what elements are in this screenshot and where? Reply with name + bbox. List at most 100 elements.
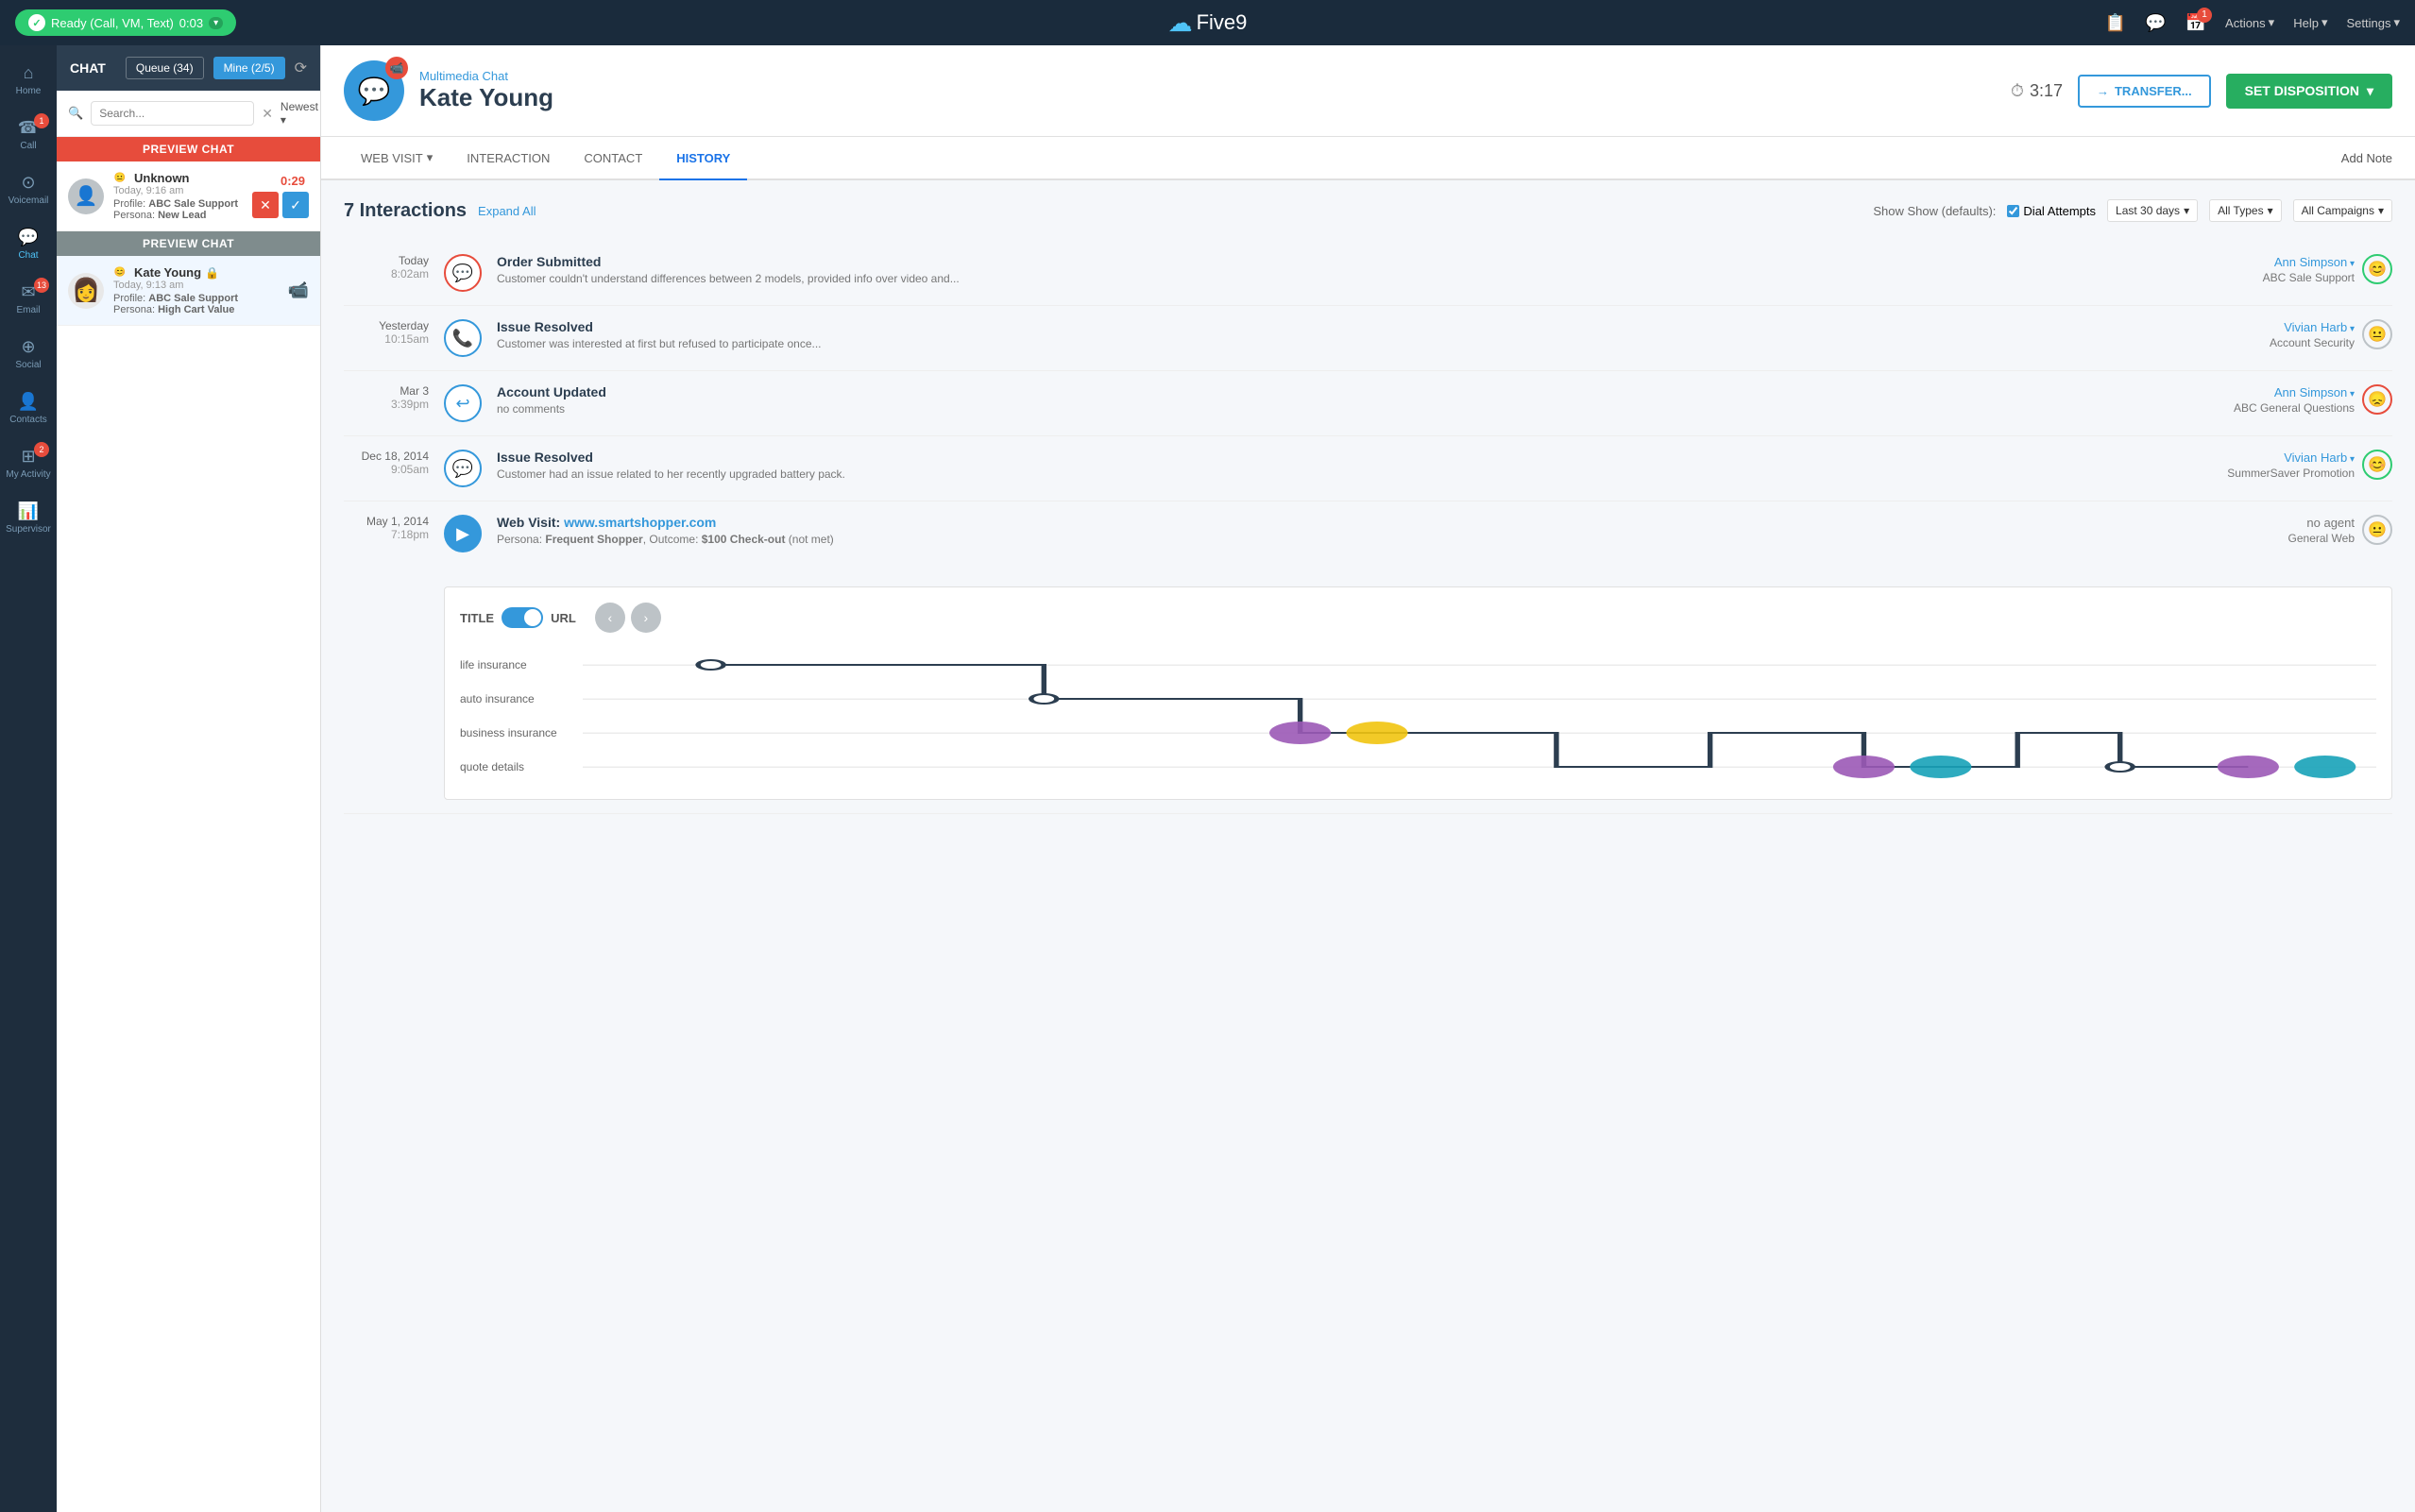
dial-attempts-filter[interactable]: Dial Attempts (2007, 204, 2096, 218)
sidebar-item-label-activity: My Activity (6, 469, 50, 480)
chat-name-unknown: Unknown (134, 171, 190, 185)
settings-menu[interactable]: Settings ▾ (2346, 15, 2400, 30)
sidebar-item-social[interactable]: ⊕ Social (2, 327, 55, 380)
video-badge: 📹 (385, 57, 408, 79)
interaction-item-3: Mar 3 3:39pm ↩ Account Updated no commen… (344, 371, 2392, 436)
queue-tab-button[interactable]: Queue (34) (126, 57, 204, 79)
chat-persona-unknown: Persona: New Lead (113, 210, 243, 221)
agent-name-3[interactable]: Ann Simpson (2234, 385, 2355, 399)
top-bar-right: 📋 💬 📅 1 Actions ▾ Help ▾ Settings ▾ (2105, 13, 2400, 33)
chat-contact-name: Kate Young (419, 83, 1996, 112)
search-clear-icon[interactable]: ✕ (262, 106, 273, 122)
sidebar-item-activity[interactable]: ⊞ 2 My Activity (2, 436, 55, 489)
chat-timer-unknown: 0:29 (281, 174, 305, 188)
search-input[interactable] (91, 101, 254, 126)
calendar-icon[interactable]: 📅 1 (2185, 13, 2206, 33)
journey-chart-area: life insurance auto insurance business i… (460, 648, 2376, 784)
sidebar-item-home[interactable]: ⌂ Home (2, 53, 55, 106)
interaction-icon-2: 📞 (444, 319, 482, 357)
main-content: 💬 📹 Multimedia Chat Kate Young ⏱ 3:17 → … (321, 45, 2415, 1512)
sidebar-item-voicemail[interactable]: ⊙ Voicemail (2, 162, 55, 215)
tab-history[interactable]: HISTORY (659, 138, 747, 180)
interaction-icon-3: ↩ (444, 384, 482, 422)
add-note-button[interactable]: Add Note (2341, 151, 2392, 165)
journey-row-life-insurance: life insurance (460, 648, 2376, 682)
chat-item-unknown[interactable]: 👤 😐 Unknown Today, 9:16 am Profile: ABC … (57, 161, 320, 231)
email-badge: 13 (34, 278, 49, 293)
interaction-date-2: Yesterday 10:15am (344, 319, 429, 346)
actions-dropdown-icon: ▾ (2269, 15, 2275, 30)
chat-search-bar: 🔍 ✕ Newest ▾ (57, 91, 320, 137)
main-layout: ⌂ Home ☎ 1 Call ⊙ Voicemail 💬 Chat ✉ 13 … (0, 45, 2415, 1512)
sort-dropdown[interactable]: Newest ▾ (281, 100, 318, 127)
interaction-date-5: May 1, 2014 7:18pm (344, 515, 429, 541)
sidebar-item-email[interactable]: ✉ 13 Email (2, 272, 55, 325)
interaction-date-4: Dec 18, 2014 9:05am (344, 450, 429, 476)
accept-button-unknown[interactable]: ✓ (282, 192, 309, 218)
interactions-count: 7 Interactions (344, 200, 467, 222)
all-types-dropdown-icon: ▾ (2268, 204, 2273, 217)
ready-dropdown-arrow[interactable]: ▾ (209, 17, 223, 29)
interaction-body-2: Issue Resolved Customer was interested a… (497, 319, 2226, 350)
session-timer: ⏱ 3:17 (2011, 81, 2063, 101)
toggle-switch[interactable] (502, 607, 543, 628)
notepad-icon[interactable]: 📋 (2105, 13, 2126, 33)
sidebar-item-label-social: Social (15, 360, 41, 370)
agent-name-2[interactable]: Vivian Harb (2270, 320, 2355, 334)
avatar-unknown: 👤 (68, 178, 104, 214)
chat-nav-icon: 💬 (18, 228, 39, 247)
chat-bubble-icon: 💬 (358, 76, 391, 107)
search-icon: 🔍 (68, 106, 83, 121)
journey-next-button[interactable]: › (631, 603, 661, 633)
sidebar-item-label-chat: Chat (18, 250, 38, 261)
no-agent-label: no agent (2288, 516, 2355, 530)
sidebar-item-chat[interactable]: 💬 Chat (2, 217, 55, 270)
interaction-item-2: Yesterday 10:15am 📞 Issue Resolved Custo… (344, 306, 2392, 371)
actions-menu[interactable]: Actions ▾ (2225, 15, 2274, 30)
voicemail-icon: ⊙ (21, 173, 35, 193)
last-30-days-dropdown[interactable]: Last 30 days ▾ (2107, 199, 2198, 222)
preview-chat-header-2: PREVIEW CHAT (57, 231, 320, 256)
sidebar-item-label-home: Home (16, 86, 42, 96)
interaction-date-3: Mar 3 3:39pm (344, 384, 429, 411)
app-logo: ☁ Five9 (1168, 8, 1248, 38)
all-campaigns-dropdown[interactable]: All Campaigns ▾ (2293, 199, 2392, 222)
contacts-icon: 👤 (18, 392, 39, 412)
sidebar-item-contacts[interactable]: 👤 Contacts (2, 382, 55, 434)
tab-web-visit[interactable]: WEB VISIT ▾ (344, 137, 450, 180)
refresh-button[interactable]: ⟳ (295, 59, 307, 77)
campaign-1: ABC Sale Support (2263, 271, 2355, 284)
reject-button-unknown[interactable]: ✕ (252, 192, 279, 218)
transfer-button[interactable]: → TRANSFER... (2078, 75, 2211, 108)
campaign-4: SummerSaver Promotion (2227, 467, 2355, 480)
interaction-right-1: Ann Simpson ABC Sale Support 😊 (2241, 254, 2392, 284)
timer-label: 0:03 (179, 16, 203, 30)
journey-row-quote-details: quote details (460, 750, 2376, 784)
journey-prev-button[interactable]: ‹ (595, 603, 625, 633)
mine-tab-button[interactable]: Mine (2/5) (213, 57, 285, 79)
tab-interaction[interactable]: INTERACTION (450, 138, 567, 180)
interaction-icon-5: ▶ (444, 515, 482, 552)
tab-contact[interactable]: CONTACT (567, 138, 659, 180)
all-types-dropdown[interactable]: All Types ▾ (2209, 199, 2282, 222)
activity-badge: 2 (34, 442, 49, 457)
agent-name-1[interactable]: Ann Simpson (2263, 255, 2355, 269)
top-bar: ✓ Ready (Call, VM, Text) 0:03 ▾ ☁ Five9 … (0, 0, 2415, 45)
chat-item-kate[interactable]: 👩 😊 Kate Young 🔒 Today, 9:13 am Profile:… (57, 256, 320, 326)
agent-name-4[interactable]: Vivian Harb (2227, 450, 2355, 465)
set-disposition-dropdown-icon: ▾ (2367, 83, 2373, 99)
sentiment-icon-1: 😊 (2362, 254, 2392, 284)
logo-text: Five9 (1197, 10, 1248, 35)
expand-all-link[interactable]: Expand All (478, 204, 536, 218)
dial-attempts-checkbox[interactable] (2007, 205, 2019, 217)
journey-controls: TITLE URL ‹ › (460, 603, 2376, 633)
sidebar-item-call[interactable]: ☎ 1 Call (2, 108, 55, 161)
set-disposition-button[interactable]: SET DISPOSITION ▾ (2226, 74, 2392, 109)
sidebar-item-supervisor[interactable]: 📊 Supervisor (2, 491, 55, 544)
ready-status-badge[interactable]: ✓ Ready (Call, VM, Text) 0:03 ▾ (15, 9, 236, 36)
sentiment-icon-5: 😐 (2362, 515, 2392, 545)
help-menu[interactable]: Help ▾ (2293, 15, 2327, 30)
chat-icon[interactable]: 💬 (2145, 13, 2166, 33)
web-visit-link[interactable]: www.smartshopper.com (564, 515, 716, 530)
interaction-body-5: Web Visit: www.smartshopper.com Persona:… (497, 515, 2226, 546)
